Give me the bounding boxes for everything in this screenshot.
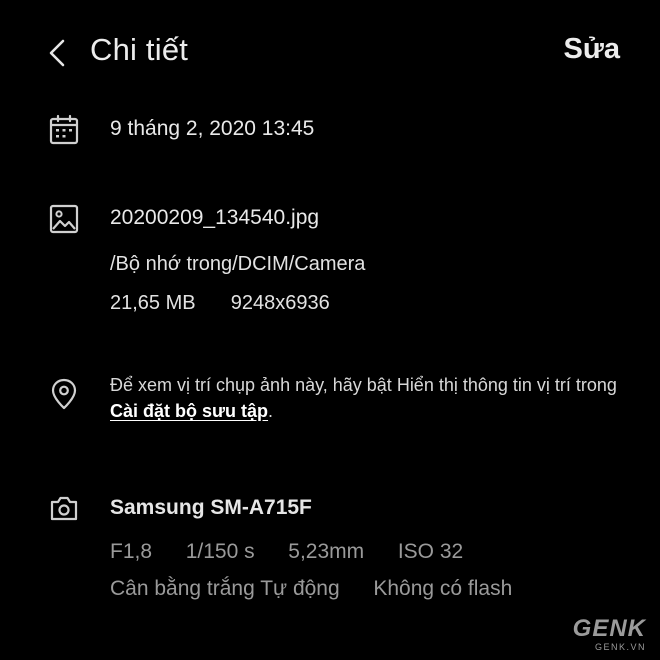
camera-extra-info: Cân bằng trắng Tự động Không có flash <box>110 577 512 601</box>
camera-settings-info: F1,8 1/150 s 5,23mm ISO 32 <box>110 540 463 564</box>
file-name-text: 20200209_134540.jpg <box>110 206 320 229</box>
watermark-logo: GENK <box>572 615 646 642</box>
watermark-site: GENK.VN <box>594 642 646 652</box>
iso-text: ISO 32 <box>397 540 464 563</box>
back-button[interactable] <box>40 34 74 72</box>
genk-watermark: GENK GENK.VN <box>572 615 646 653</box>
resolution-text: 9248x6936 <box>230 292 330 314</box>
file-size-info: 21,65 MB 9248x6936 <box>110 292 330 315</box>
edit-button[interactable]: Sửa <box>564 33 620 66</box>
flash-text: Không có flash <box>373 577 513 600</box>
location-hint-message: Để xem vị trí chụp ảnh này, hãy bật Hiển… <box>110 375 617 395</box>
date-time-text: 9 tháng 2, 2020 13:45 <box>110 117 315 140</box>
shutter-speed-text: 1/150 s <box>185 540 255 563</box>
location-hint-text: Để xem vị trí chụp ảnh này, hãy bật Hiển… <box>110 372 630 424</box>
focal-length-text: 5,23mm <box>288 540 365 563</box>
location-hint-suffix: . <box>268 401 274 421</box>
location-pin-icon <box>46 376 82 412</box>
file-size-text: 21,65 MB <box>110 292 196 314</box>
back-arrow-icon <box>49 39 65 67</box>
gallery-settings-link[interactable]: Cài đặt bộ sưu tập <box>110 401 268 421</box>
file-path-text: /Bộ nhớ trong/DCIM/Camera <box>110 253 366 275</box>
page-title: Chi tiết <box>90 32 189 67</box>
calendar-icon <box>46 112 82 148</box>
white-balance-text: Cân bằng trắng Tự động <box>110 577 340 600</box>
camera-icon <box>46 490 82 526</box>
app-header: Chi tiết Sửa <box>0 0 660 104</box>
camera-model-text: Samsung SM-A715F <box>110 496 312 519</box>
image-icon <box>46 201 82 237</box>
aperture-text: F1,8 <box>110 540 153 563</box>
